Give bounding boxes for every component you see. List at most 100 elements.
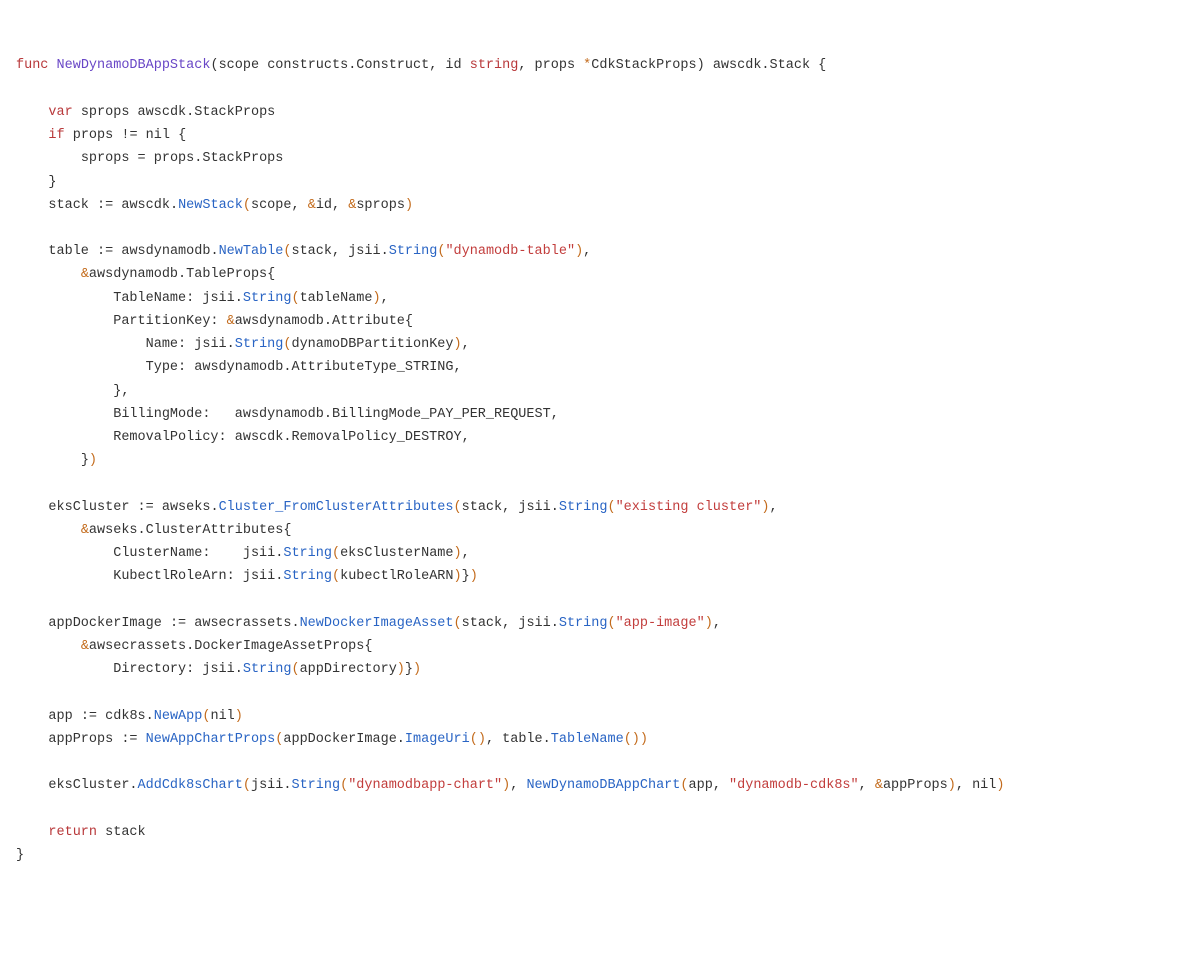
string-literal: "dynamodb-table" (445, 244, 575, 259)
call-string: String (235, 337, 284, 352)
field-clustername: ClusterName: (113, 546, 210, 561)
code-block: func NewDynamoDBAppStack(scope construct… (16, 54, 1170, 867)
return-type: awscdk.Stack (713, 58, 810, 73)
field-removalpolicy: RemovalPolicy: (113, 430, 226, 445)
ampersand: & (227, 314, 235, 329)
obj-table: table (502, 732, 543, 747)
ampersand: & (81, 267, 89, 282)
call-imageuri: ImageUri (405, 732, 470, 747)
arg-appprops: appProps (883, 778, 948, 793)
pkg-jsii: jsii. (202, 662, 243, 677)
string-literal: "dynamodb-cdk8s" (729, 778, 859, 793)
paren: ( (332, 546, 340, 561)
paren: ) (575, 244, 583, 259)
paren: ( (340, 778, 348, 793)
paren: ( (680, 778, 688, 793)
ampersand: & (81, 639, 89, 654)
call-newdockerimageasset: NewDockerImageAsset (300, 616, 454, 631)
paren: ) (405, 198, 413, 213)
pkg-jsii: jsii. (518, 616, 559, 631)
coloneq: := (97, 244, 113, 259)
param-scope: scope (219, 58, 260, 73)
brace-open: { (405, 314, 413, 329)
call-tablename: TableName (551, 732, 624, 747)
ne-nil: != nil (121, 128, 170, 143)
arg-stack: stack (462, 616, 503, 631)
paren: ( (210, 58, 218, 73)
field-name: Name: (146, 337, 187, 352)
arg-appdirectory: appDirectory (300, 662, 397, 677)
paren: ( (454, 500, 462, 515)
field-partitionkey: PartitionKey: (113, 314, 218, 329)
param-props: props (535, 58, 576, 73)
coloneq: := (138, 500, 154, 515)
brace-close: } (48, 175, 56, 190)
coloneq: := (81, 709, 97, 724)
call-string: String (243, 662, 292, 677)
ampersand: & (308, 198, 316, 213)
expr-props-stackprops: props.StackProps (154, 151, 284, 166)
var-app: app (48, 709, 72, 724)
call-addcdk8schart: AddCdk8sChart (138, 778, 243, 793)
arg-scope: scope (251, 198, 292, 213)
paren: ( (470, 732, 478, 747)
func-name: NewDynamoDBAppStack (57, 58, 211, 73)
var-stack: stack (105, 825, 146, 840)
paren: ) (705, 616, 713, 631)
arg-tablename: tableName (300, 291, 373, 306)
var-stack: stack (48, 198, 89, 213)
arg-app: app (689, 778, 713, 793)
const-attrtype-string: awsdynamodb.AttributeType_STRING (194, 360, 453, 375)
call-string: String (389, 244, 438, 259)
field-billingmode: BillingMode: (113, 407, 210, 422)
brace-open: { (267, 267, 275, 282)
arg-stack: stack (462, 500, 503, 515)
ident-props: props (73, 128, 114, 143)
arg-eksclustername: eksClusterName (340, 546, 453, 561)
paren: ) (235, 709, 243, 724)
paren: ( (607, 616, 615, 631)
assign: = (138, 151, 146, 166)
paren: ( (243, 198, 251, 213)
type-attribute: awsdynamodb.Attribute (235, 314, 405, 329)
nil: nil (972, 778, 996, 793)
call-string: String (283, 546, 332, 561)
keyword-if: if (48, 128, 64, 143)
keyword-func: func (16, 58, 48, 73)
paren: ( (624, 732, 632, 747)
pkg-awsdynamodb: awsdynamodb. (121, 244, 218, 259)
paren: ) (640, 732, 648, 747)
const-billingmode-ppr: awsdynamodb.BillingMode_PAY_PER_REQUEST (235, 407, 551, 422)
pkg-jsii: jsii. (518, 500, 559, 515)
type-constructs: constructs.Construct (267, 58, 429, 73)
paren: ( (454, 616, 462, 631)
type-stackprops: awscdk.StackProps (138, 105, 276, 120)
obj-appdockerimage: appDockerImage (283, 732, 396, 747)
field-type: Type: (146, 360, 187, 375)
brace-close: } (405, 662, 413, 677)
paren: ) (632, 732, 640, 747)
type-tableprops: awsdynamodb.TableProps (89, 267, 267, 282)
var-appdockerimage: appDockerImage (48, 616, 161, 631)
coloneq: := (97, 198, 113, 213)
call-newtable: NewTable (219, 244, 284, 259)
paren: ) (454, 337, 462, 352)
var-sprops: sprops (81, 105, 130, 120)
type-cdkstackprops: CdkStackProps (591, 58, 696, 73)
pkg-jsii: jsii. (194, 337, 235, 352)
coloneq: := (121, 732, 137, 747)
brace-close: } (81, 453, 89, 468)
paren: ) (397, 662, 405, 677)
coloneq: := (170, 616, 186, 631)
ampersand: & (875, 778, 883, 793)
paren: ( (291, 662, 299, 677)
call-string: String (559, 616, 608, 631)
brace-close: } (462, 569, 470, 584)
var-sprops: sprops (81, 151, 130, 166)
paren: ) (697, 58, 705, 73)
keyword-var: var (48, 105, 72, 120)
call-newappchartprops: NewAppChartProps (146, 732, 276, 747)
brace-open: { (818, 58, 826, 73)
paren: ) (996, 778, 1004, 793)
paren: ) (373, 291, 381, 306)
